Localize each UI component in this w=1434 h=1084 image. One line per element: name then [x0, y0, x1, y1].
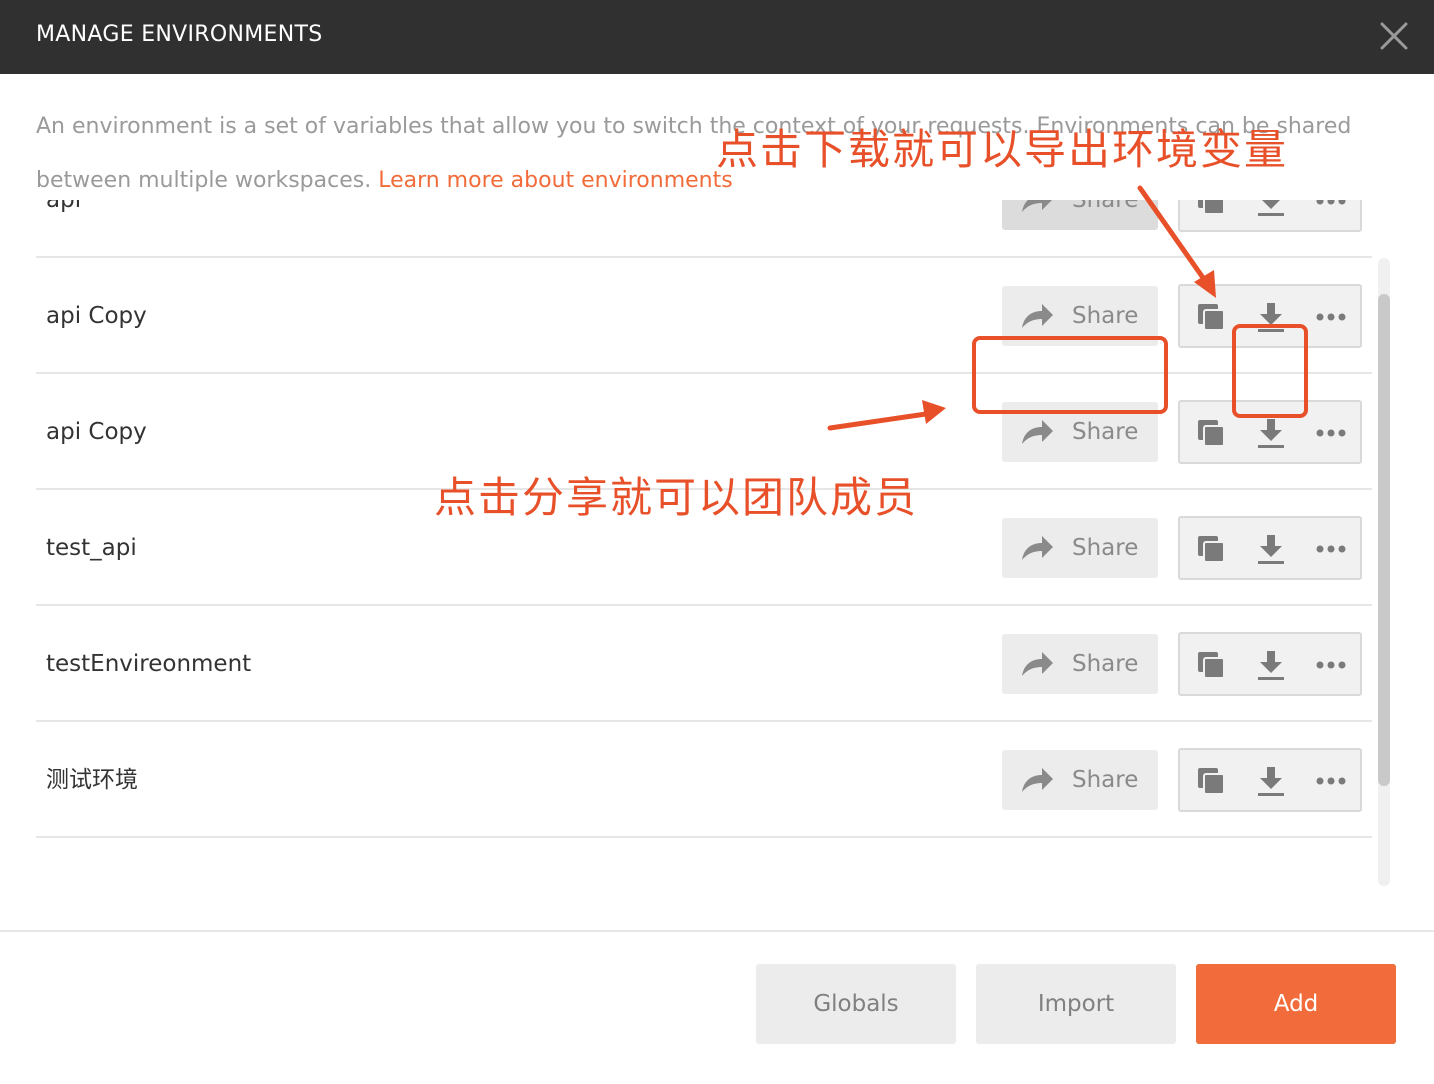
share-icon: [1022, 200, 1052, 212]
dialog-titlebar: MANAGE ENVIRONMENTS: [0, 0, 1434, 74]
share-button[interactable]: Share: [1002, 518, 1158, 578]
share-icon: [1022, 304, 1053, 328]
environment-row: api Copy Share: [36, 258, 1372, 374]
dialog-footer: Globals Import Add: [0, 930, 1434, 1084]
environment-list: api Share api Copy Share api Copy Share: [36, 200, 1372, 900]
environment-name[interactable]: api: [46, 200, 81, 258]
duplicate-icon[interactable]: [1194, 532, 1228, 566]
environment-name[interactable]: test_api: [46, 490, 137, 606]
share-label: Share: [1072, 303, 1139, 329]
duplicate-icon[interactable]: [1194, 200, 1228, 218]
download-icon[interactable]: [1254, 648, 1288, 682]
add-button[interactable]: Add: [1196, 964, 1396, 1044]
more-icon[interactable]: [1314, 416, 1348, 450]
environment-actions: [1178, 632, 1362, 696]
download-icon[interactable]: [1254, 300, 1288, 334]
share-label: Share: [1072, 419, 1139, 445]
environment-actions: [1178, 748, 1362, 812]
environment-actions: [1178, 400, 1362, 464]
learn-more-link[interactable]: Learn more about environments: [378, 168, 733, 193]
environment-name[interactable]: 测试环境: [46, 722, 138, 838]
download-annotation: 点击下载就可以导出环境变量: [716, 125, 1289, 174]
download-icon[interactable]: [1254, 416, 1288, 450]
more-icon[interactable]: [1314, 200, 1348, 218]
environment-name[interactable]: api Copy: [46, 374, 147, 490]
globals-button[interactable]: Globals: [756, 964, 956, 1044]
share-button[interactable]: Share: [1002, 200, 1158, 230]
environment-actions: [1178, 284, 1362, 348]
share-label: Share: [1072, 651, 1139, 677]
duplicate-icon[interactable]: [1194, 416, 1228, 450]
download-icon[interactable]: [1254, 764, 1288, 798]
duplicate-icon[interactable]: [1194, 648, 1228, 682]
close-icon[interactable]: [1376, 18, 1412, 54]
share-icon: [1022, 652, 1053, 676]
share-button[interactable]: Share: [1002, 750, 1158, 810]
share-label: Share: [1072, 200, 1139, 213]
share-button[interactable]: Share: [1002, 402, 1158, 462]
environment-row: api Share: [36, 200, 1372, 258]
share-button[interactable]: Share: [1002, 634, 1158, 694]
more-icon[interactable]: [1314, 300, 1348, 334]
download-icon[interactable]: [1254, 532, 1288, 566]
share-icon: [1022, 536, 1053, 560]
share-button[interactable]: Share: [1002, 286, 1158, 346]
duplicate-icon[interactable]: [1194, 764, 1228, 798]
more-icon[interactable]: [1314, 764, 1348, 798]
environment-name[interactable]: testEnvireonment: [46, 606, 251, 722]
share-icon: [1022, 420, 1053, 444]
import-button[interactable]: Import: [976, 964, 1176, 1044]
environment-actions: [1178, 200, 1362, 232]
dialog-title: MANAGE ENVIRONMENTS: [36, 22, 323, 47]
share-icon: [1022, 768, 1053, 792]
environment-row: 测试环境 Share: [36, 722, 1372, 838]
environment-actions: [1178, 516, 1362, 580]
share-annotation: 点击分享就可以团队成员: [434, 473, 919, 522]
duplicate-icon[interactable]: [1194, 300, 1228, 334]
more-icon[interactable]: [1314, 532, 1348, 566]
environment-name[interactable]: api Copy: [46, 258, 147, 374]
share-label: Share: [1072, 535, 1139, 561]
share-label: Share: [1072, 767, 1139, 793]
environment-row: testEnvireonment Share: [36, 606, 1372, 722]
scrollbar-thumb[interactable]: [1378, 294, 1390, 786]
more-icon[interactable]: [1314, 648, 1348, 682]
download-icon[interactable]: [1254, 200, 1288, 218]
list-scrollbar[interactable]: [1378, 258, 1390, 886]
